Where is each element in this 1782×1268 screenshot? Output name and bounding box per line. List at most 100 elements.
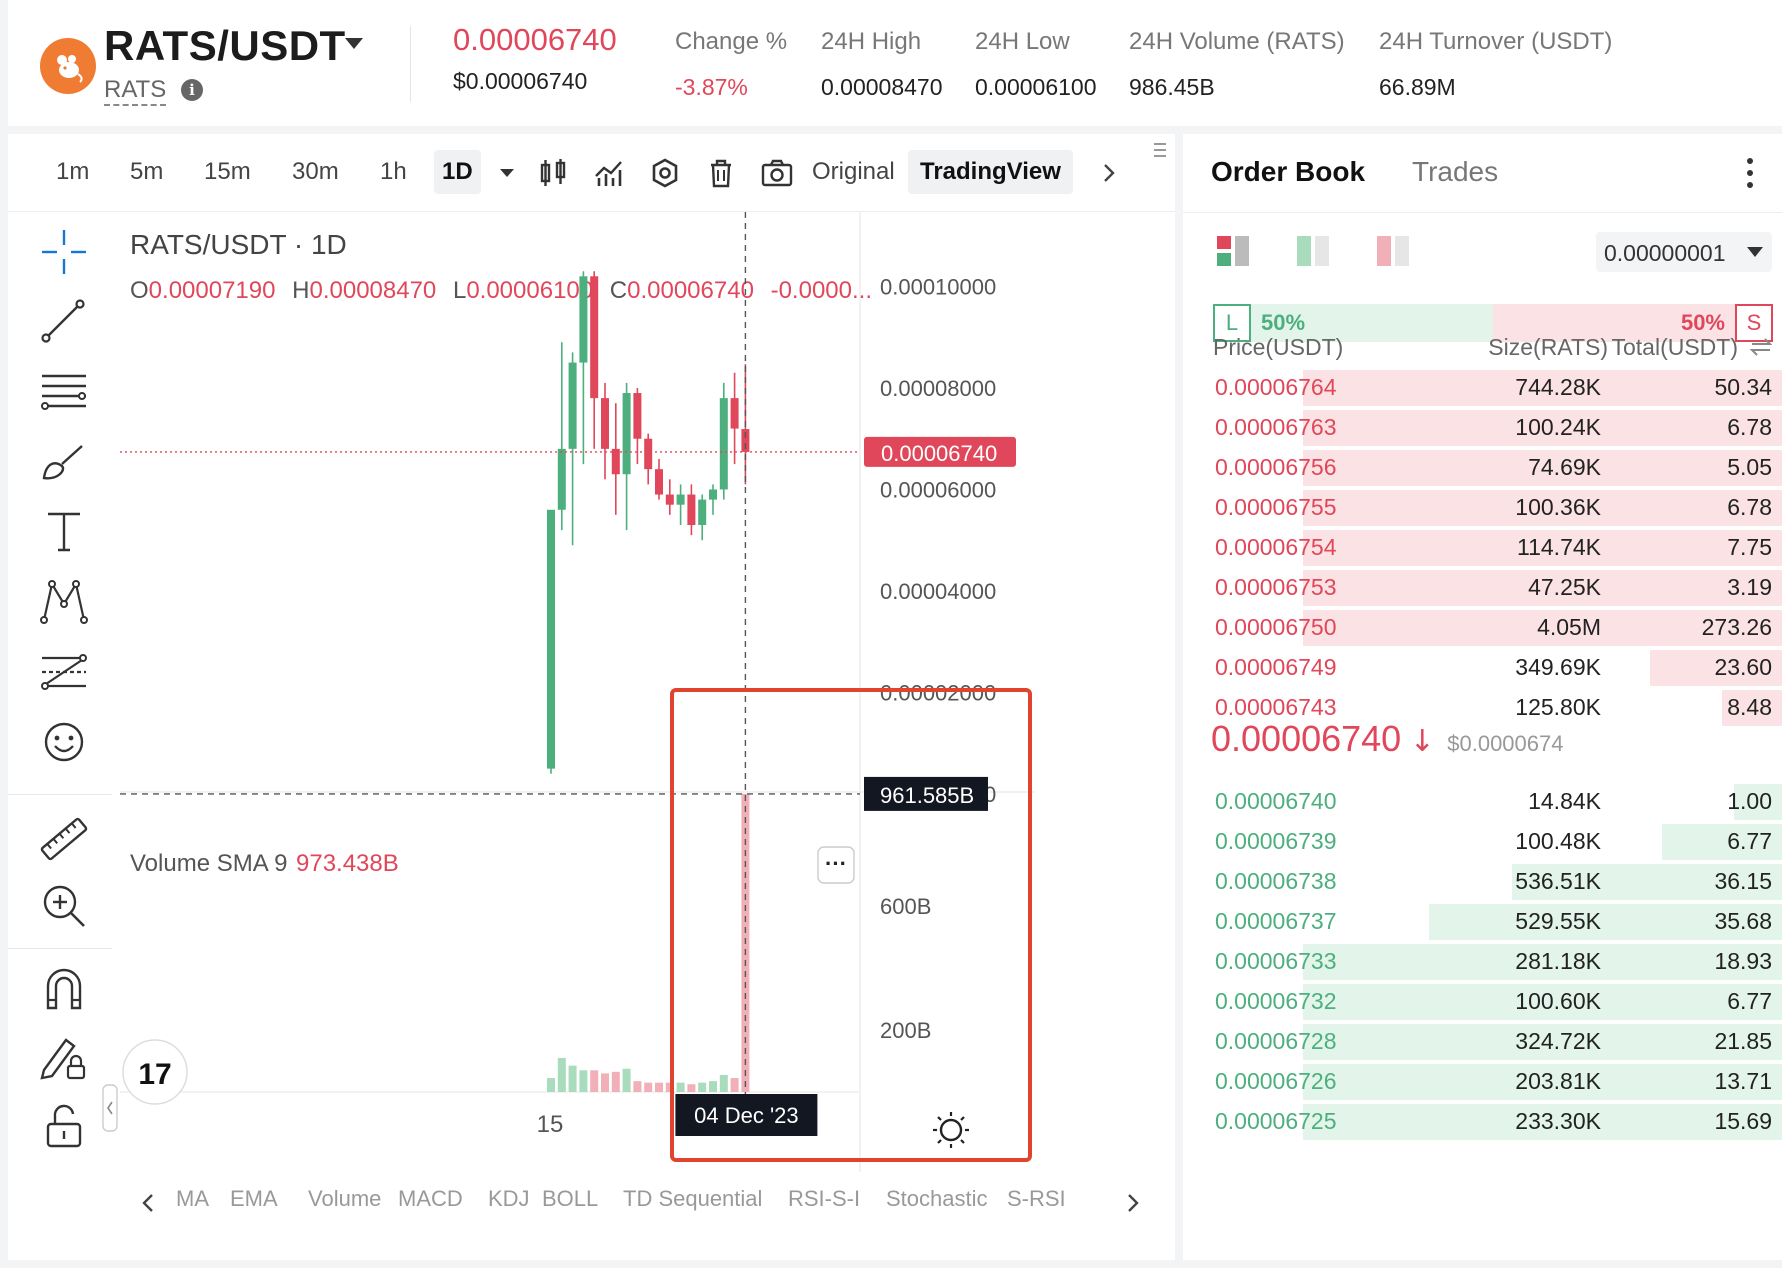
indicator-rsi-s-i[interactable]: RSI-S-I [788,1186,860,1212]
candle-type-icon[interactable] [536,156,570,190]
pattern-tool-icon[interactable] [36,574,92,630]
timeframe-1D[interactable]: 1D [434,150,481,194]
horizontal-lines-icon[interactable] [36,364,92,420]
row-price: 0.00006740 [1215,788,1337,814]
emoji-icon[interactable] [36,714,92,770]
indicator-ma[interactable]: MA [176,1186,209,1212]
info-icon[interactable]: i [181,79,203,101]
candle-body [730,398,739,429]
crosshair-icon[interactable] [36,224,92,280]
price-chart[interactable]: RATS/USDT · 1D O0.00007190 H0.00008470 L… [120,212,1175,1260]
view-asks-icon[interactable] [1375,234,1411,268]
indicator-macd[interactable]: MACD [398,1186,463,1212]
timeframe-1m[interactable]: 1m [48,150,97,194]
indicator-td-sequential[interactable]: TD Sequential [623,1186,762,1212]
view-both-icon[interactable] [1215,234,1251,268]
collapse-tools-handle-icon[interactable] [102,1084,118,1132]
price-axis-label: 0.00004000 [880,579,996,604]
bid-row[interactable]: 0.00006728 324.72K 21.85 [1183,1022,1782,1062]
delete-icon[interactable] [704,156,738,190]
lock-drawings-icon[interactable] [36,1030,92,1086]
base-symbol-link[interactable]: RATS [104,76,167,106]
indicators-icon[interactable] [592,156,626,190]
tab-order-book[interactable]: Order Book [1211,156,1365,188]
indicator-ema[interactable]: EMA [230,1186,278,1212]
volume-bars-layer [547,793,750,1092]
indicator-boll[interactable]: BOLL [542,1186,598,1212]
row-price: 0.00006749 [1215,654,1337,680]
chart-area[interactable]: RATS/USDT · 1D O0.00007190 H0.00008470 L… [120,212,1175,1260]
view-tradingview-button[interactable]: TradingView [908,150,1073,194]
brush-icon[interactable] [36,434,92,490]
bid-row[interactable]: 0.00006740 14.84K 1.00 [1183,782,1782,822]
row-size: 233.30K [1515,1108,1601,1134]
volume-sma-value: 973.438B [296,850,399,877]
bid-row[interactable]: 0.00006726 203.81K 13.71 [1183,1062,1782,1102]
row-size: 536.51K [1515,868,1601,894]
volume-bar [655,1082,663,1092]
timeframe-15m[interactable]: 15m [196,150,259,194]
row-price: 0.00006743 [1215,694,1337,720]
bid-row[interactable]: 0.00006738 536.51K 36.15 [1183,862,1782,902]
ask-row[interactable]: 0.00006753 47.25K 3.19 [1183,568,1782,608]
camera-icon[interactable] [760,156,794,190]
chevron-right-icon[interactable] [1098,162,1120,184]
pair-title[interactable]: RATS/USDT [104,22,346,70]
bid-row[interactable]: 0.00006739 100.48K 6.77 [1183,822,1782,862]
ask-row[interactable]: 0.00006755 100.36K 6.78 [1183,488,1782,528]
settings-hex-icon[interactable] [648,156,682,190]
indicator-kdj[interactable]: KDJ [488,1186,530,1212]
panel-menu-icon[interactable] [1152,140,1168,162]
zoom-in-icon[interactable] [36,878,92,934]
ask-row[interactable]: 0.00006764 744.28K 50.34 [1183,368,1782,408]
timeframe-1h[interactable]: 1h [372,150,415,194]
ask-row[interactable]: 0.00006756 74.69K 5.05 [1183,448,1782,488]
volume-axis[interactable]: 600B 200B [880,894,931,1043]
timeframe-30m[interactable]: 30m [284,150,347,194]
ask-row[interactable]: 0.00006749 349.69K 23.60 [1183,648,1782,688]
timeframe-dropdown-icon[interactable] [498,164,516,182]
more-vertical-icon[interactable] [1743,156,1757,190]
volume-bar [557,1057,566,1092]
ask-row[interactable]: 0.00006754 114.74K 7.75 [1183,528,1782,568]
precision-select[interactable]: 0.00000001 [1596,232,1772,272]
bid-row[interactable]: 0.00006737 529.55K 35.68 [1183,902,1782,942]
row-size: 349.69K [1515,654,1601,680]
sun-settings-icon[interactable] [933,1112,969,1148]
view-original-button[interactable]: Original [800,150,907,194]
row-price: 0.00006754 [1215,534,1337,560]
volume-bar [709,1081,717,1092]
volume-bar [568,1065,577,1092]
pair-dropdown-caret-icon[interactable] [345,38,363,49]
trading-page: RATS/USDT RATS i 0.00006740 $0.00006740 … [0,0,1782,1268]
view-bids-icon[interactable] [1295,234,1331,268]
bid-row[interactable]: 0.00006725 233.30K 15.69 [1183,1102,1782,1142]
unlock-icon[interactable] [36,1098,92,1154]
tab-trades[interactable]: Trades [1412,156,1498,188]
bid-row[interactable]: 0.00006733 281.18K 18.93 [1183,942,1782,982]
price-axis[interactable]: 0.00010000 0.00008000 0.00006000 0.00004000… [880,274,996,807]
ask-row[interactable]: 0.00006750 4.05M 273.26 [1183,608,1782,648]
swap-total-icon[interactable] [1750,336,1772,358]
trend-line-icon[interactable] [36,294,92,350]
row-total: 6.77 [1727,988,1772,1014]
text-tool-icon[interactable] [36,504,92,560]
magnet-icon[interactable] [36,962,92,1018]
indicators-scroll-left-icon[interactable] [138,1192,158,1214]
indicator-s-rsi[interactable]: S-RSI [1007,1186,1066,1212]
indicator-volume[interactable]: Volume [308,1186,381,1212]
tradingview-logo[interactable]: 17 [122,1039,188,1105]
candle-body [709,489,717,500]
ask-row[interactable]: 0.00006763 100.24K 6.78 [1183,408,1782,448]
indicators-scroll-right-icon[interactable] [1123,1192,1143,1214]
candle-body [547,509,555,769]
tools-divider [8,794,112,795]
forecast-tool-icon[interactable] [36,644,92,700]
header-stat-value: 0.00008470 [821,74,943,100]
mid-price-down-arrow-icon: ↓ [1409,724,1435,759]
bid-row[interactable]: 0.00006732 100.60K 6.77 [1183,982,1782,1022]
timeframe-5m[interactable]: 5m [122,150,171,194]
ruler-icon[interactable] [36,812,92,868]
indicator-stochastic[interactable]: Stochastic [886,1186,988,1212]
header-stat: Change % -3.87% [675,28,787,101]
